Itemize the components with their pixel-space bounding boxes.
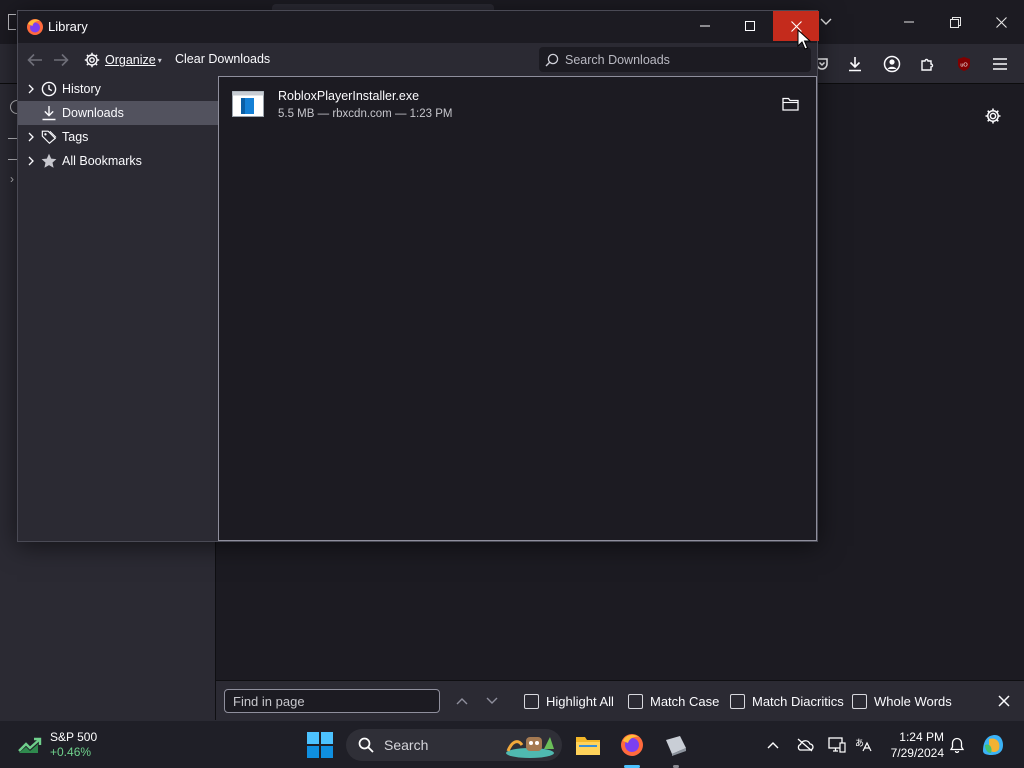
tree-item-tags[interactable]: Tags [18, 125, 218, 149]
library-tree: History Downloads Tags All Bookmarks [18, 76, 218, 541]
onedrive-offline-icon[interactable] [794, 734, 816, 756]
executable-file-icon [232, 91, 264, 117]
taskbar-search-box[interactable]: Search [346, 729, 562, 761]
downloads-list: RobloxPlayerInstaller.exe 5.5 MB — rbxcd… [218, 76, 817, 541]
svg-text:uO: uO [960, 63, 968, 69]
svg-text:あ: あ [855, 738, 864, 749]
back-arrow-icon[interactable] [25, 50, 45, 70]
clock-date: 7/29/2024 [890, 746, 944, 760]
stock-widget-title: S&P 500 [50, 730, 98, 744]
file-explorer-icon[interactable] [572, 729, 604, 761]
tree-item-label: All Bookmarks [62, 154, 142, 168]
forward-arrow-icon[interactable] [51, 50, 71, 70]
menu-icon[interactable] [988, 52, 1012, 76]
tree-twisty-icon[interactable] [26, 131, 36, 143]
gear-icon [84, 52, 100, 68]
windows-taskbar: S&P 500 +0.46% Search あ 1:24 PM 7/29/202… [0, 720, 1024, 768]
download-item[interactable]: RobloxPlayerInstaller.exe 5.5 MB — rbxcd… [219, 77, 816, 127]
taskbar-search-label: Search [384, 737, 429, 753]
highlight-all-label: Highlight All [546, 693, 614, 709]
tree-twisty-icon[interactable] [26, 83, 36, 95]
pinned-app-icon[interactable] [660, 729, 692, 761]
checkbox-box [628, 693, 643, 709]
library-titlebar[interactable]: Library [18, 11, 819, 43]
match-case-label: Match Case [650, 693, 720, 709]
extensions-icon[interactable] [916, 52, 940, 76]
browser-minimize-button[interactable] [886, 8, 932, 36]
windows-start-icon[interactable] [306, 731, 334, 759]
tree-item-history[interactable]: History [18, 77, 218, 101]
library-close-button[interactable] [773, 11, 819, 41]
find-bar-close-icon[interactable] [992, 689, 1016, 713]
find-in-page-input[interactable] [224, 689, 440, 713]
clock-time: 1:24 PM [899, 730, 944, 744]
browser-close-button[interactable] [978, 8, 1024, 36]
tree-item-label: Downloads [62, 106, 124, 120]
whole-words-label: Whole Words [874, 693, 952, 709]
star-icon [41, 153, 57, 169]
search-highlight-art-icon [506, 737, 554, 758]
find-bar: Highlight All Match Case Match Diacritic… [216, 680, 1024, 720]
search-icon [545, 53, 559, 66]
clock-icon [41, 81, 57, 97]
highlight-all-checkbox[interactable]: Highlight All [524, 691, 614, 711]
organize-label: Organize [105, 53, 156, 67]
tree-item-label: Tags [62, 130, 89, 144]
whole-words-checkbox[interactable]: Whole Words [852, 691, 952, 711]
language-icon[interactable]: あ [852, 734, 874, 756]
search-downloads-input[interactable] [565, 52, 805, 67]
find-previous-button[interactable] [451, 690, 473, 712]
firefox-taskbar-icon[interactable] [616, 729, 648, 761]
open-folder-icon[interactable] [779, 94, 801, 114]
account-icon[interactable] [880, 52, 904, 76]
tab-list-chevron-icon[interactable] [816, 12, 836, 32]
download-file-name: RobloxPlayerInstaller.exe [278, 89, 420, 103]
clear-downloads-button[interactable]: Clear Downloads [175, 52, 270, 66]
checkbox-box [524, 693, 539, 709]
sidebar-twisty-icon: › [10, 172, 14, 186]
download-icon [41, 105, 57, 121]
library-maximize-button[interactable] [727, 11, 773, 41]
library-window: Library Organize ▾ Clear Downloads Searc… [17, 10, 819, 542]
library-toolbar: Organize ▾ Clear Downloads [18, 43, 817, 76]
tree-twisty-icon[interactable] [26, 155, 36, 167]
checkbox-box [730, 693, 745, 709]
tag-icon [41, 129, 57, 145]
checkbox-box [852, 693, 867, 709]
organize-caret-icon: ▾ [157, 55, 162, 65]
downloads-toolbar-icon[interactable] [843, 52, 867, 76]
notification-bell-icon[interactable] [946, 734, 968, 756]
tab-overview-icon [8, 14, 16, 30]
search-downloads-box[interactable] [539, 47, 811, 72]
search-icon [358, 737, 374, 753]
display-icon[interactable] [826, 734, 848, 756]
ublock-origin-icon[interactable]: uO [952, 52, 976, 76]
tree-item-all-bookmarks[interactable]: All Bookmarks [18, 149, 218, 173]
find-next-button[interactable] [481, 690, 503, 712]
firefox-logo-icon [27, 19, 43, 35]
tree-item-label: History [62, 82, 101, 96]
stock-widget-value: +0.46% [50, 745, 92, 759]
browser-restore-button[interactable] [932, 8, 978, 36]
tree-item-downloads[interactable]: Downloads [18, 101, 218, 125]
match-diacritics-label: Match Diacritics [752, 693, 844, 709]
match-case-checkbox[interactable]: Match Case [628, 691, 719, 711]
library-title: Library [48, 19, 88, 34]
download-file-meta: 5.5 MB — rbxcdn.com — 1:23 PM [278, 108, 453, 120]
library-minimize-button[interactable] [682, 11, 728, 41]
taskbar-clock[interactable]: 1:24 PM 7/29/2024 [880, 729, 944, 761]
stock-widget[interactable]: S&P 500 +0.46% [18, 729, 128, 761]
stock-trend-icon [18, 737, 42, 753]
copilot-icon[interactable] [978, 730, 1008, 760]
show-hidden-icons-chevron-icon[interactable] [762, 734, 784, 756]
mouse-cursor-icon [797, 29, 811, 50]
match-diacritics-checkbox[interactable]: Match Diacritics [730, 691, 844, 711]
organize-button[interactable]: Organize ▾ [84, 50, 162, 70]
settings-gear-icon[interactable] [980, 103, 1006, 129]
